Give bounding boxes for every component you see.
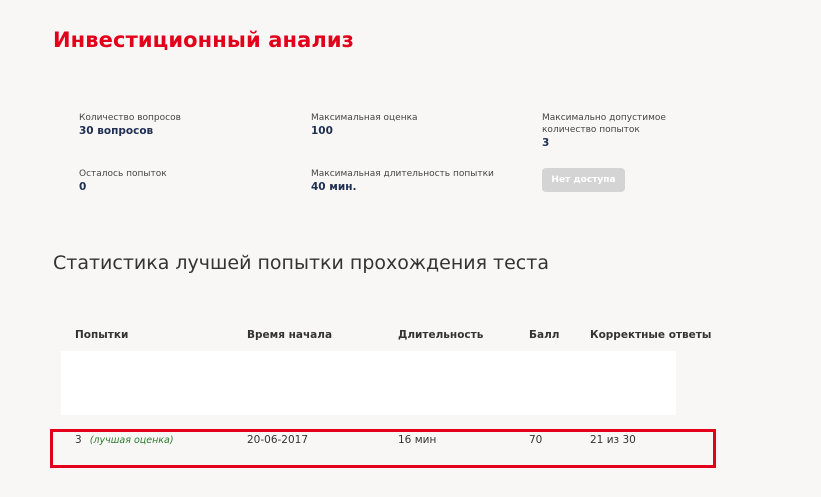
- max-score: Максимальная оценка 100: [311, 112, 501, 138]
- highlight-box: [50, 429, 716, 468]
- max-score-value: 100: [311, 125, 333, 137]
- attempts-left-label: Осталось попыток: [79, 169, 167, 179]
- column-header-duration[interactable]: Длительность: [398, 329, 483, 341]
- column-header-score[interactable]: Балл: [529, 329, 559, 341]
- max-attempts-value: 3: [542, 137, 550, 149]
- questions-count-value: 30 вопросов: [79, 125, 154, 137]
- column-header-start-time[interactable]: Время начала: [247, 329, 332, 341]
- max-attempts-label: Максимально допустимое количество попыто…: [542, 113, 666, 135]
- max-duration: Максимальная длительность попытки 40 мин…: [311, 168, 501, 194]
- max-duration-label: Максимальная длительность попытки: [311, 169, 494, 179]
- page-title: Инвестиционный анализ: [53, 28, 354, 52]
- questions-count: Количество вопросов 30 вопросов: [79, 112, 269, 138]
- attempts-left: Осталось попыток 0: [79, 168, 269, 194]
- max-attempts: Максимально допустимое количество попыто…: [542, 112, 717, 150]
- column-header-correct-answers[interactable]: Корректные ответы: [590, 329, 711, 341]
- questions-count-label: Количество вопросов: [79, 113, 181, 123]
- no-access-button[interactable]: Нет доступа: [542, 168, 625, 192]
- table-blank-area: [61, 351, 676, 415]
- max-duration-value: 40 мин.: [311, 181, 357, 193]
- table-header: Попытки Время начала Длительность Балл К…: [0, 329, 821, 345]
- attempts-left-value: 0: [79, 181, 87, 193]
- max-score-label: Максимальная оценка: [311, 113, 418, 123]
- column-header-attempts[interactable]: Попытки: [75, 329, 128, 341]
- stats-title: Статистика лучшей попытки прохождения те…: [53, 252, 549, 274]
